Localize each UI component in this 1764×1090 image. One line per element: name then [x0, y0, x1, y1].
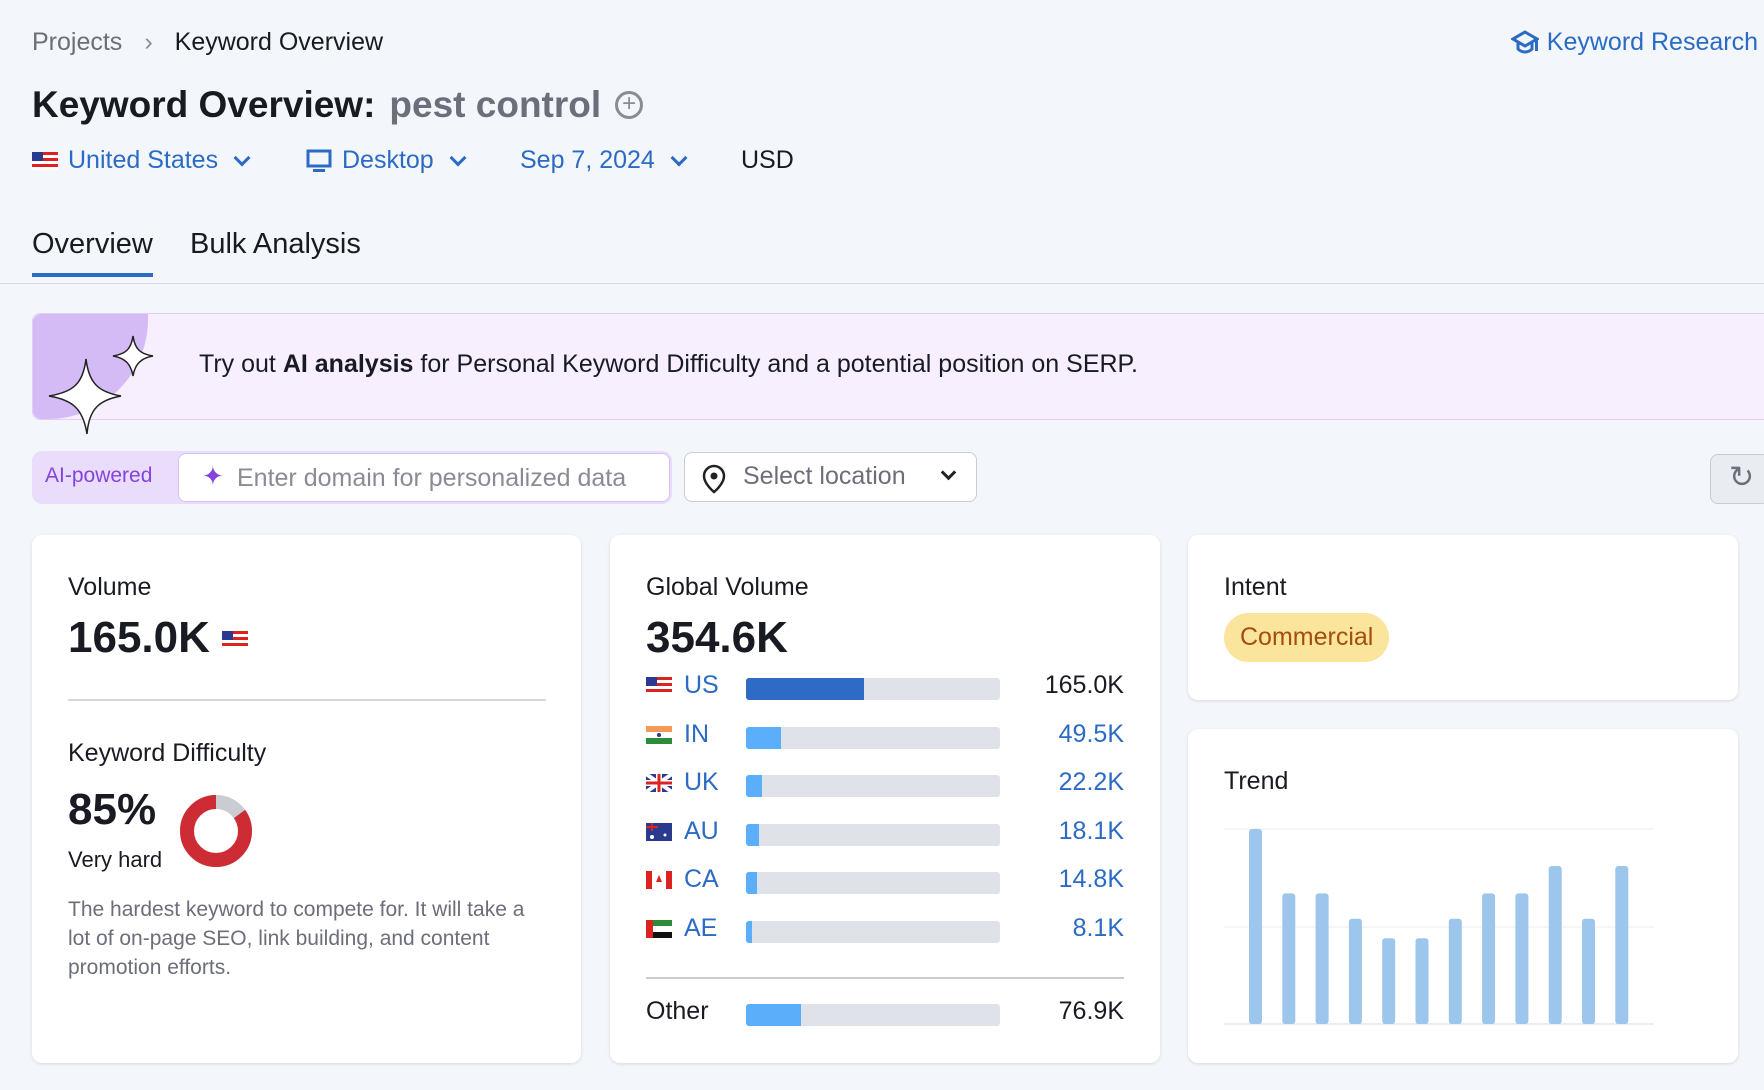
refresh-icon: ↻: [1729, 461, 1755, 494]
volume-label: Volume: [68, 573, 152, 601]
trend-bar[interactable]: [1448, 918, 1462, 1024]
sparkle-icon: ✦: [202, 461, 224, 491]
country-row-ae[interactable]: AE 8.1K: [646, 910, 1124, 950]
country-row-in[interactable]: IN 49.5K: [646, 716, 1124, 756]
country-code[interactable]: UK: [684, 768, 719, 797]
ai-powered-label: AI-powered: [45, 464, 153, 487]
country-code[interactable]: CA: [684, 865, 719, 894]
trend-card: Trend: [1188, 729, 1738, 1063]
volume-card: Volume 165.0K Keyword Difficulty 85% Ver…: [32, 535, 581, 1063]
sparkles-icon: [48, 335, 154, 434]
trend-bar[interactable]: [1348, 918, 1362, 1024]
us-flag-icon: [646, 677, 672, 695]
chevron-down-icon: [233, 149, 251, 166]
volume-bar: [746, 823, 1000, 846]
country-select[interactable]: United States: [32, 146, 251, 175]
breadcrumb: Projects › Keyword Overview: [32, 28, 383, 57]
volume-bar: [746, 726, 1000, 749]
trend-chart: [1224, 828, 1654, 1025]
trend-bar[interactable]: [1315, 893, 1329, 1024]
volume-bar: [746, 678, 1000, 700]
country-volume[interactable]: 14.8K: [1059, 865, 1124, 894]
country-row-us[interactable]: US 165.0K: [646, 667, 1124, 707]
uk-flag-icon: [646, 774, 672, 792]
currency: USD: [741, 146, 794, 174]
domain-input[interactable]: Enter domain for personalized data: [178, 453, 670, 502]
global-volume-value: 354.6K: [646, 613, 788, 662]
breadcrumb-projects[interactable]: Projects: [32, 28, 122, 57]
trend-bar[interactable]: [1615, 866, 1629, 1024]
add-keyword-icon[interactable]: +: [615, 91, 644, 119]
global-volume-card: Global Volume 354.6K US 165.0K IN 49.5K UK 22…: [610, 535, 1160, 1063]
volume-bar: [746, 1004, 1000, 1026]
chevron-down-icon: [670, 149, 688, 166]
tab-bulk-analysis[interactable]: Bulk Analysis: [190, 228, 361, 261]
tabs: Overview Bulk Analysis: [0, 224, 1764, 284]
volume-bar: [746, 775, 1000, 797]
refresh-button[interactable]: ↻: [1710, 454, 1764, 504]
tab-overview[interactable]: Overview: [32, 228, 153, 277]
country-volume[interactable]: 8.1K: [1073, 914, 1124, 943]
kd-label: Keyword Difficulty: [68, 739, 267, 767]
location-select[interactable]: Select location: [684, 452, 977, 502]
country-code[interactable]: AE: [684, 914, 717, 943]
in-flag-icon: [646, 725, 672, 744]
chevron-down-icon: [940, 464, 957, 481]
country-code[interactable]: AU: [684, 817, 719, 846]
ae-flag-icon: [646, 919, 672, 938]
intent-label: Intent: [1224, 573, 1287, 601]
banner-text: Try out AI analysis for Personal Keyword…: [199, 350, 1138, 378]
au-flag-icon: [646, 822, 672, 841]
country-code[interactable]: US: [684, 671, 719, 700]
desktop-icon: [306, 149, 332, 172]
country-code[interactable]: IN: [684, 720, 709, 749]
kd-description: The hardest keyword to compete for. It w…: [68, 898, 525, 979]
us-flag-icon: [222, 631, 249, 650]
country-volume: 165.0K: [1044, 671, 1124, 699]
trend-bar[interactable]: [1249, 829, 1262, 1024]
us-flag-icon: [32, 151, 58, 170]
ai-banner: Try out AI analysis for Personal Keyword…: [32, 313, 1764, 434]
chevron-down-icon: [449, 149, 467, 166]
country-row-au[interactable]: AU 18.1K: [646, 813, 1124, 853]
country-volume[interactable]: 18.1K: [1059, 817, 1124, 846]
volume-bar: [746, 920, 1000, 943]
country-volume[interactable]: 49.5K: [1059, 720, 1124, 749]
trend-bar[interactable]: [1582, 918, 1595, 1024]
intent-badge: Commercial: [1224, 613, 1390, 662]
divider: [68, 699, 546, 701]
trend-bar[interactable]: [1482, 893, 1496, 1024]
global-volume-label: Global Volume: [646, 573, 809, 601]
trend-bar[interactable]: [1515, 893, 1529, 1024]
country-row-ca[interactable]: CA 14.8K: [646, 861, 1124, 901]
keyword-research-link[interactable]: Keyword Research: [1510, 28, 1758, 57]
volume-bar: [746, 872, 1000, 894]
country-row-uk[interactable]: UK 22.2K: [646, 764, 1124, 804]
trend-bar[interactable]: [1282, 893, 1296, 1024]
keyword: pest control: [389, 84, 602, 125]
kd-value: 85%: [68, 785, 157, 834]
date-select[interactable]: Sep 7, 2024: [520, 146, 688, 175]
trend-bar[interactable]: [1548, 866, 1562, 1024]
breadcrumb-current: Keyword Overview: [174, 28, 384, 56]
intent-card: Intent Commercial: [1188, 535, 1738, 700]
page-title: Keyword Overview: pest control +: [32, 84, 644, 126]
divider: [646, 977, 1124, 979]
ai-domain-box: AI-powered Enter domain for personalized…: [32, 451, 672, 504]
country-row-other: Other 76.9K: [646, 997, 1124, 1026]
kd-level: Very hard: [68, 847, 163, 872]
trend-bar[interactable]: [1415, 938, 1429, 1024]
device-select[interactable]: Desktop: [306, 146, 467, 175]
ca-flag-icon: [646, 871, 672, 889]
chevron-right-icon: ›: [144, 28, 153, 56]
location-pin-icon: [702, 464, 726, 494]
kd-donut: [180, 795, 252, 867]
graduation-cap-icon: [1510, 29, 1539, 53]
trend-label: Trend: [1224, 767, 1289, 795]
trend-bar[interactable]: [1382, 938, 1396, 1024]
country-volume[interactable]: 22.2K: [1059, 768, 1124, 797]
volume-value: 165.0K: [68, 613, 249, 663]
